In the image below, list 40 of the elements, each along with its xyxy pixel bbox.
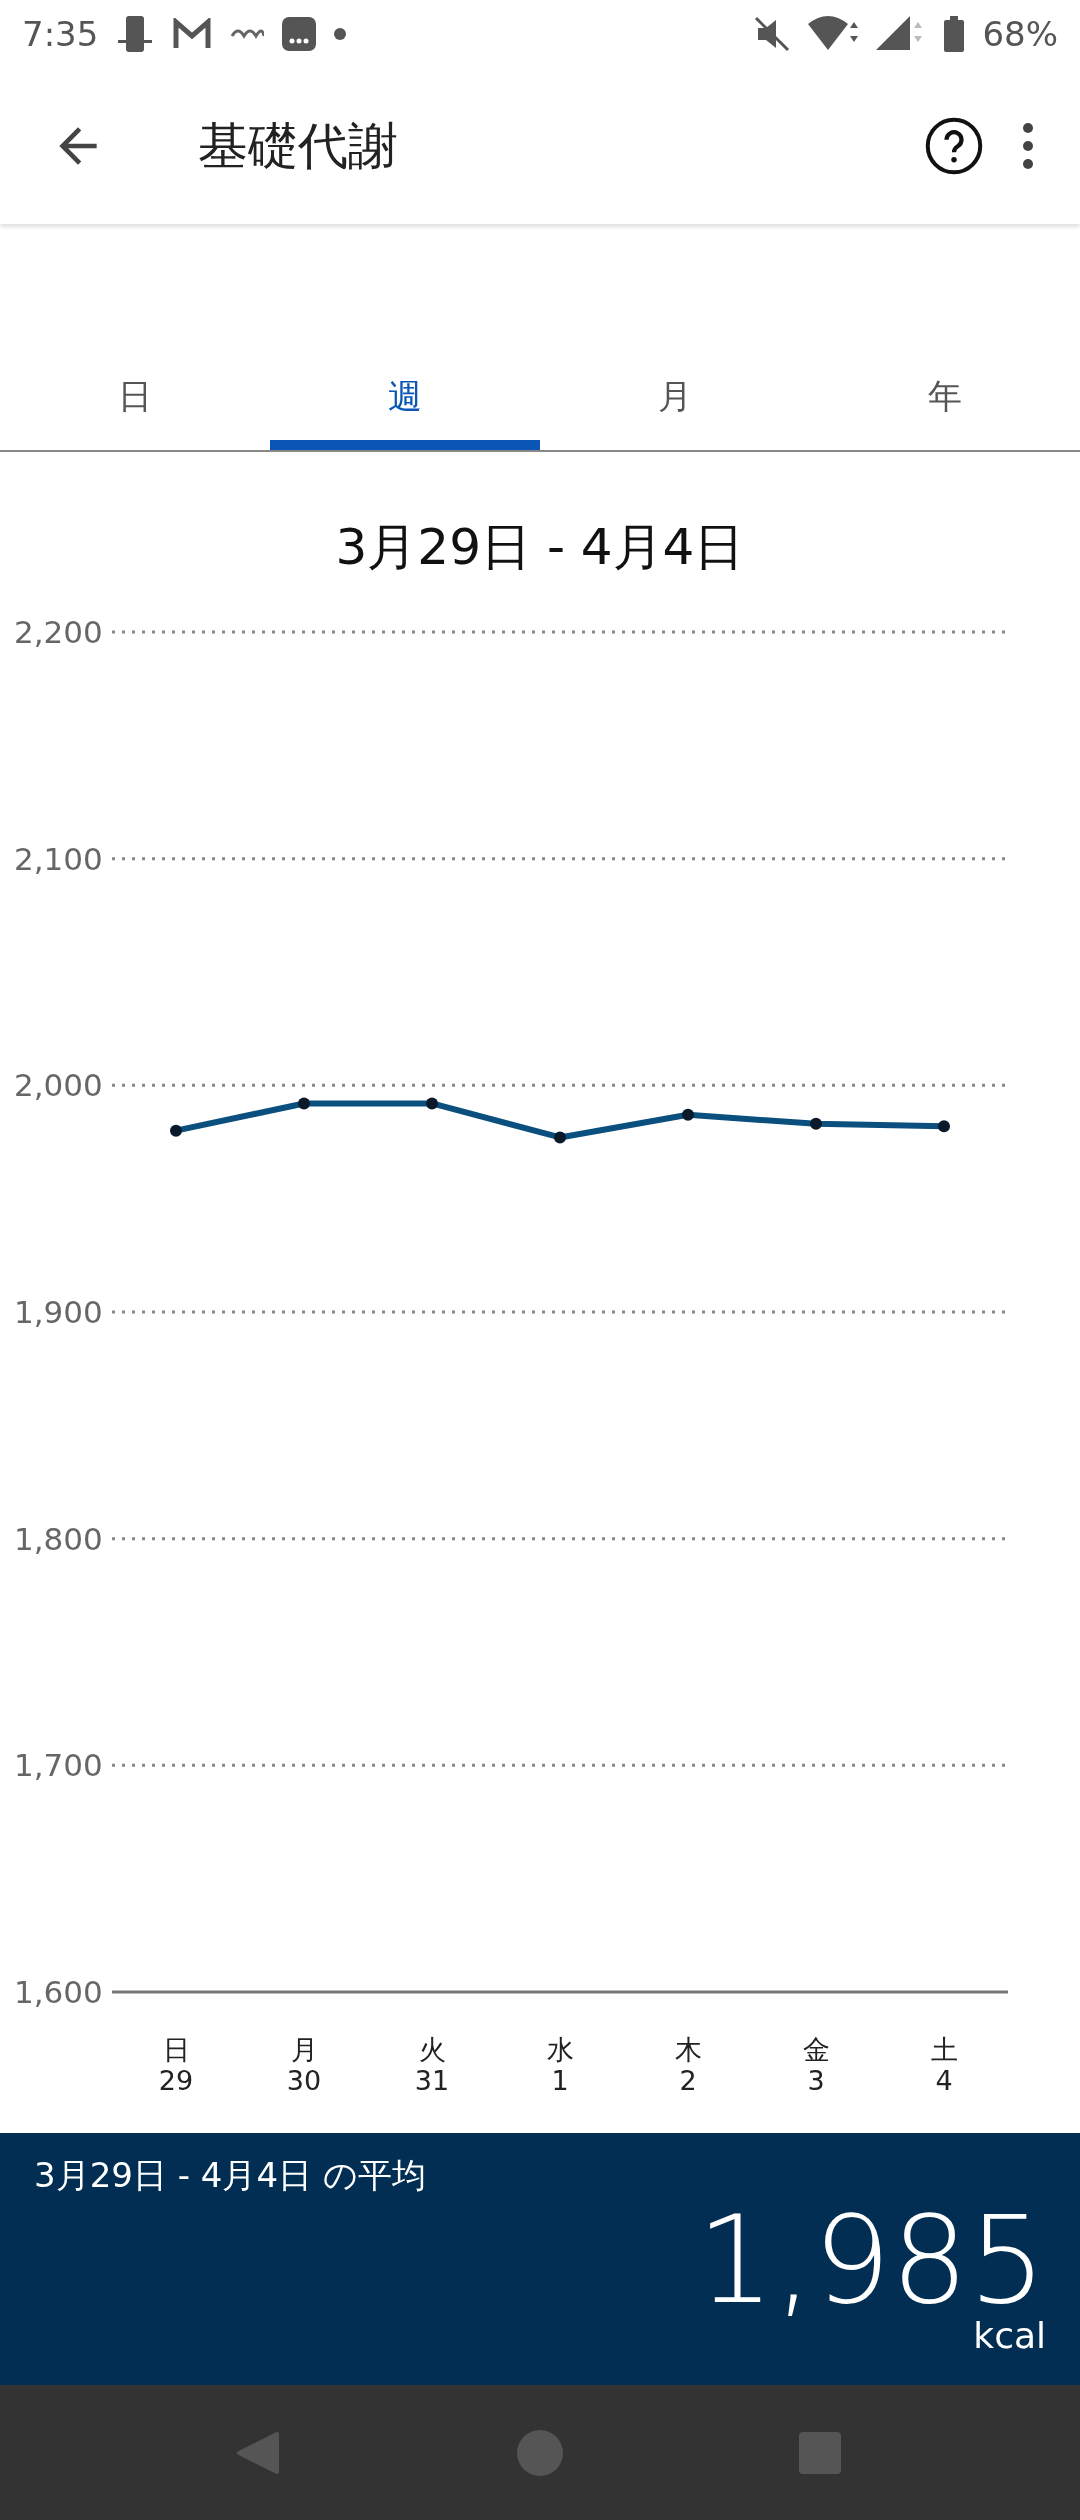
- period-tab[interactable]: 週: [270, 344, 540, 450]
- y-axis-label: 2,200: [14, 614, 103, 650]
- wifi-icon: [808, 16, 859, 52]
- data-point: [170, 1124, 182, 1137]
- screen-title: 基礎代謝: [198, 115, 399, 177]
- x-axis-label: 水 1: [545, 2034, 575, 2097]
- x-axis-label: 土 4: [929, 2034, 959, 2097]
- data-point: [298, 1097, 310, 1110]
- x-axis-label: 火 31: [413, 2034, 451, 2097]
- x-axis-label: 日 29: [157, 2034, 195, 2097]
- y-axis-label: 1,900: [14, 1294, 103, 1330]
- summary-label: 3月29日 - 4月4日 の平均: [34, 2154, 427, 2197]
- x-axis-label: 木 2: [673, 2034, 703, 2097]
- dot-icon: [334, 28, 347, 40]
- data-point: [810, 1117, 822, 1130]
- y-axis-label: 1,600: [14, 1974, 103, 2010]
- data-point: [426, 1097, 438, 1110]
- help-icon[interactable]: [924, 116, 984, 176]
- x-axis-label: 金 3: [801, 2034, 831, 2097]
- data-point: [682, 1108, 694, 1121]
- data-point: [554, 1131, 566, 1144]
- more-icon[interactable]: [1020, 121, 1036, 171]
- mute-icon: [754, 16, 791, 52]
- y-axis-label: 1,700: [14, 1747, 103, 1784]
- period-tab[interactable]: 日: [0, 344, 270, 450]
- app-icon: [230, 29, 265, 39]
- y-axis-label: 2,000: [14, 1067, 103, 1104]
- period-tab[interactable]: 年: [810, 344, 1080, 450]
- y-axis-label: 1,800: [14, 1520, 103, 1557]
- period-tab[interactable]: 月: [540, 344, 810, 450]
- mail-icon: [172, 18, 213, 50]
- data-point: [938, 1120, 950, 1133]
- battery-icon: [944, 16, 965, 52]
- battery-level: 68%: [982, 14, 1058, 54]
- period-title: 3月29日 - 4月4日: [334, 522, 746, 572]
- wallet-icon: [282, 17, 317, 51]
- y-axis-label: 2,100: [14, 840, 103, 877]
- phone-icon: [116, 14, 155, 54]
- x-axis-label: 月 30: [285, 2034, 323, 2097]
- clock: 7:35: [22, 14, 99, 54]
